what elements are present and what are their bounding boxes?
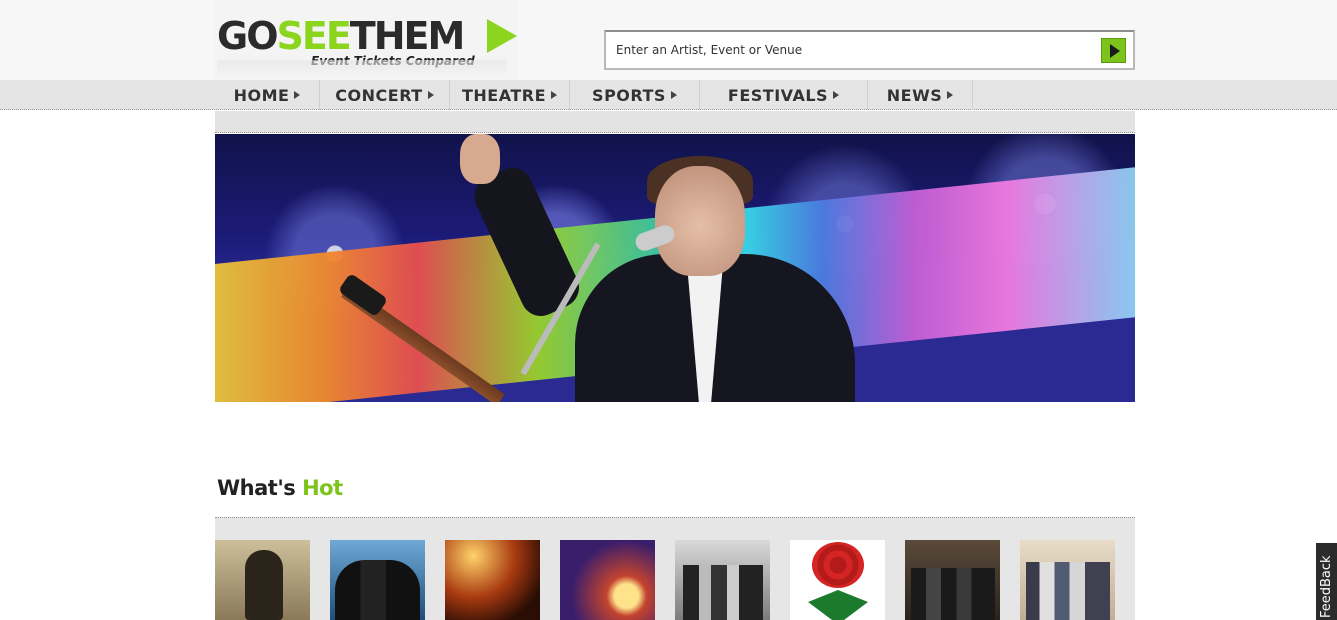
logo-wordmark: GOSEETHEM xyxy=(217,14,465,58)
chevron-right-icon xyxy=(427,91,434,99)
nav-item-sports[interactable]: SPORTS xyxy=(570,80,700,110)
nav-item-festivals[interactable]: FESTIVALS xyxy=(700,80,868,110)
nav-item-label: CONCERT xyxy=(335,85,423,105)
hot-thumbnail[interactable] xyxy=(560,540,655,620)
hot-thumbnail[interactable] xyxy=(790,540,885,620)
chevron-right-icon xyxy=(551,91,558,99)
search-input[interactable] xyxy=(616,40,1086,60)
hot-thumbnail[interactable] xyxy=(215,540,310,620)
hot-thumbnail[interactable] xyxy=(1020,540,1115,620)
feedback-tab[interactable]: FeedBack xyxy=(1316,543,1337,620)
chevron-right-icon xyxy=(947,91,954,99)
nav-item-concert[interactable]: CONCERT xyxy=(320,80,450,110)
nav-item-label: NEWS xyxy=(886,85,943,105)
search-button[interactable] xyxy=(1101,38,1126,63)
search-box xyxy=(604,30,1135,70)
hot-thumbnail[interactable] xyxy=(675,540,770,620)
whats-hot-heading: What's Hot xyxy=(217,476,343,500)
feedback-label: FeedBack xyxy=(1319,555,1334,618)
chevron-right-icon xyxy=(294,91,301,99)
nav-item-theatre[interactable]: THEATRE xyxy=(450,80,570,110)
whats-hot-title-part2: Hot xyxy=(302,476,343,500)
sub-bar xyxy=(215,111,1135,133)
nav-item-home[interactable]: HOME xyxy=(215,80,320,110)
hero-hand xyxy=(460,134,500,184)
nav-item-label: THEATRE xyxy=(461,85,547,105)
hot-thumbnail[interactable] xyxy=(330,540,425,620)
play-icon xyxy=(1110,44,1120,58)
hero-banner[interactable] xyxy=(215,134,1135,402)
hero-performer-head xyxy=(655,166,745,276)
main-nav: HOME CONCERT THEATRE SPORTS FESTIVALS NE… xyxy=(215,80,973,110)
hot-thumbnail[interactable] xyxy=(905,540,1000,620)
site-logo[interactable]: GOSEETHEM Event Tickets Compared xyxy=(215,0,518,80)
whats-hot-thumbnails xyxy=(215,540,1115,620)
nav-item-label: HOME xyxy=(233,85,290,105)
logo-reflection xyxy=(217,60,507,78)
logo-see: SEE xyxy=(276,14,352,58)
chevron-right-icon xyxy=(670,91,677,99)
nav-item-label: SPORTS xyxy=(592,85,666,105)
whats-hot-title-part1: What's xyxy=(217,476,296,500)
logo-them: THEM xyxy=(349,14,465,58)
nav-item-label: FESTIVALS xyxy=(727,85,829,105)
logo-go: GO xyxy=(217,14,278,58)
hot-thumbnail[interactable] xyxy=(445,540,540,620)
nav-item-news[interactable]: NEWS xyxy=(868,80,973,110)
chevron-right-icon xyxy=(833,91,840,99)
logo-play-arrow-icon xyxy=(487,19,517,53)
